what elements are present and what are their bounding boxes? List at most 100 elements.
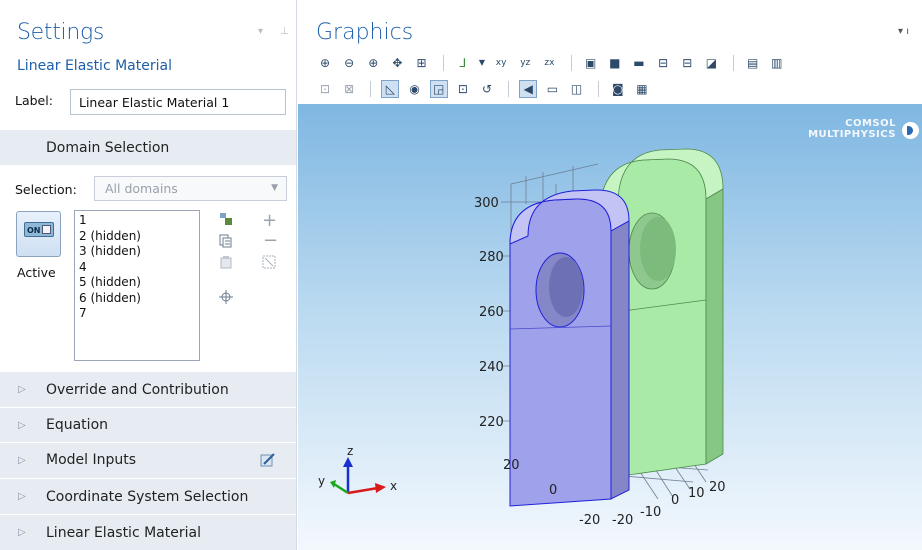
- zoom-out-icon[interactable]: ⊖: [340, 54, 358, 72]
- reset-icon[interactable]: ↺: [478, 80, 496, 98]
- zoom-box-icon[interactable]: ⊕: [364, 54, 382, 72]
- y-tick: 20: [709, 480, 726, 495]
- selection-dropdown[interactable]: All domains ▼: [94, 176, 287, 201]
- x-axis-label: x: [390, 479, 397, 493]
- toolbar-row-2: ⊡ ⊠ ◺ ◉ ◲ ⊡ ↺ ◀ ▭ ◫ ◙ ▦: [316, 80, 653, 98]
- z-tick: 280: [479, 250, 504, 265]
- on-switch-icon: ON: [24, 222, 54, 237]
- chevron-down-icon: ▼: [271, 183, 278, 193]
- edit-model-inputs-icon[interactable]: [260, 452, 276, 468]
- y-tick: -10: [640, 505, 661, 520]
- paste-selection-icon[interactable]: [219, 212, 233, 226]
- on-switch-knob: [42, 225, 51, 234]
- graphics-title: Graphics: [316, 20, 414, 45]
- zoom-to-selection-icon[interactable]: [219, 290, 233, 304]
- graphics-menu-icon[interactable]: ▾ ı: [898, 26, 909, 37]
- x-tick: 20: [503, 458, 520, 473]
- transparency-icon[interactable]: ◉: [406, 80, 424, 98]
- section-label: Coordinate System Selection: [46, 489, 249, 505]
- section-domain-selection-label: Domain Selection: [46, 140, 170, 156]
- selection-caption: Selection:: [15, 182, 77, 197]
- zx-view-icon[interactable]: zx: [540, 54, 558, 72]
- xy-view-icon[interactable]: xy: [492, 54, 510, 72]
- z-tick: 240: [479, 360, 504, 375]
- settings-title: Settings: [17, 20, 105, 45]
- y-tick: 0: [671, 493, 679, 508]
- section-domain-selection[interactable]: Domain Selection: [0, 130, 296, 165]
- section-override-contribution[interactable]: ▷ Override and Contribution: [0, 372, 296, 407]
- label-input[interactable]: Linear Elastic Material 1: [70, 89, 286, 115]
- section-linear-elastic-material[interactable]: ▷ Linear Elastic Material: [0, 515, 296, 550]
- chevron-right-icon: ▷: [18, 420, 26, 431]
- camera-icon[interactable]: ◙: [609, 80, 627, 98]
- section-coordinate-system[interactable]: ▷ Coordinate System Selection: [0, 479, 296, 514]
- list-item[interactable]: 2 (hidden): [79, 229, 195, 245]
- zoom-selected-icon[interactable]: ✥: [388, 54, 406, 72]
- render-wireframe-icon[interactable]: ◺: [381, 80, 400, 98]
- on-switch-label: ON: [27, 226, 41, 235]
- chevron-down-icon[interactable]: ▼: [478, 54, 486, 72]
- x-tick: 0: [549, 483, 557, 498]
- settings-panel: Settings ▾ ⊥ Linear Elastic Material Lab…: [0, 0, 297, 550]
- yz-view-icon[interactable]: yz: [516, 54, 534, 72]
- active-label: Active: [17, 265, 56, 280]
- selection-dropdown-value: All domains: [105, 181, 178, 196]
- chevron-right-icon: ▷: [18, 384, 26, 395]
- show-hidden-icon[interactable]: ◲: [429, 80, 448, 98]
- active-toggle-button[interactable]: ON: [16, 211, 61, 257]
- axis-triad: z x y: [318, 444, 397, 495]
- hide-icon[interactable]: ◪: [702, 54, 720, 72]
- split-icon[interactable]: ⊟: [678, 54, 696, 72]
- y-tick: -20: [612, 513, 633, 528]
- list-item[interactable]: 6 (hidden): [79, 291, 195, 307]
- deselect-box-icon[interactable]: ⊠: [340, 80, 358, 98]
- deselect-icon[interactable]: [262, 255, 276, 269]
- axis-view-icon[interactable]: ⅃: [454, 54, 472, 72]
- section-label: Equation: [46, 417, 109, 433]
- domain-list[interactable]: 1 2 (hidden) 3 (hidden) 4 5 (hidden) 6 (…: [74, 210, 200, 361]
- blue-domain[interactable]: [509, 189, 630, 507]
- clip-icon[interactable]: ⊟: [654, 54, 672, 72]
- feature-name: Linear Elastic Material: [17, 58, 172, 74]
- wireframe-icon[interactable]: ■: [606, 54, 624, 72]
- list-item[interactable]: 4: [79, 260, 195, 276]
- copy-selection-icon[interactable]: [219, 234, 233, 248]
- graphics-viewport[interactable]: COMSOL MULTIPHYSICS 300 280 260 240 220 …: [298, 104, 922, 550]
- print-icon[interactable]: ▦: [633, 80, 651, 98]
- label-caption: Label:: [15, 93, 53, 108]
- material-view-icon[interactable]: ◫: [568, 80, 586, 98]
- section-label: Linear Elastic Material: [46, 525, 201, 541]
- list-item[interactable]: 5 (hidden): [79, 275, 195, 291]
- zoom-extents-icon[interactable]: ⊞: [413, 54, 431, 72]
- chevron-right-icon: ▷: [18, 527, 26, 538]
- image-snapshot-icon[interactable]: ▤: [744, 54, 762, 72]
- model-geometry[interactable]: 300 280 260 240 220 20 0 -20 -20 -10 0 1…: [298, 104, 922, 550]
- y-tick: 10: [688, 486, 705, 501]
- z-tick: 220: [479, 415, 504, 430]
- pin-icon[interactable]: ⊥: [280, 26, 289, 37]
- remove-icon[interactable]: −: [263, 230, 278, 251]
- zoom-in-icon[interactable]: ⊕: [316, 54, 334, 72]
- clear-selection-icon[interactable]: [219, 255, 233, 269]
- add-icon[interactable]: +: [262, 210, 277, 231]
- section-label: Override and Contribution: [46, 382, 229, 398]
- toolbar-row-1: ⊕ ⊖ ⊕ ✥ ⊞ ⅃ ▼ xy yz zx ▣ ■ ▬ ⊟ ⊟ ◪ ▤ ▥: [316, 54, 788, 72]
- chevron-right-icon: ▷: [18, 491, 26, 502]
- section-equation[interactable]: ▷ Equation: [0, 408, 296, 442]
- scene-light-icon[interactable]: ▣: [582, 54, 600, 72]
- section-model-inputs[interactable]: ▷ Model Inputs: [0, 443, 296, 478]
- z-tick: 260: [479, 305, 504, 320]
- list-item[interactable]: 7: [79, 306, 195, 322]
- selection-list-icon[interactable]: ▭: [543, 80, 561, 98]
- surface-icon[interactable]: ▬: [630, 54, 648, 72]
- y-axis-label: y: [318, 474, 325, 488]
- select-box-icon[interactable]: ⊡: [316, 80, 334, 98]
- highlight-icon[interactable]: ◀: [519, 80, 538, 98]
- z-tick: 300: [474, 196, 499, 211]
- pane-menu-icon[interactable]: ▾: [258, 26, 263, 37]
- x-tick: -20: [579, 513, 600, 528]
- image-export-icon[interactable]: ▥: [768, 54, 786, 72]
- list-item[interactable]: 3 (hidden): [79, 244, 195, 260]
- show-grid-icon[interactable]: ⊡: [454, 80, 472, 98]
- list-item[interactable]: 1: [79, 213, 195, 229]
